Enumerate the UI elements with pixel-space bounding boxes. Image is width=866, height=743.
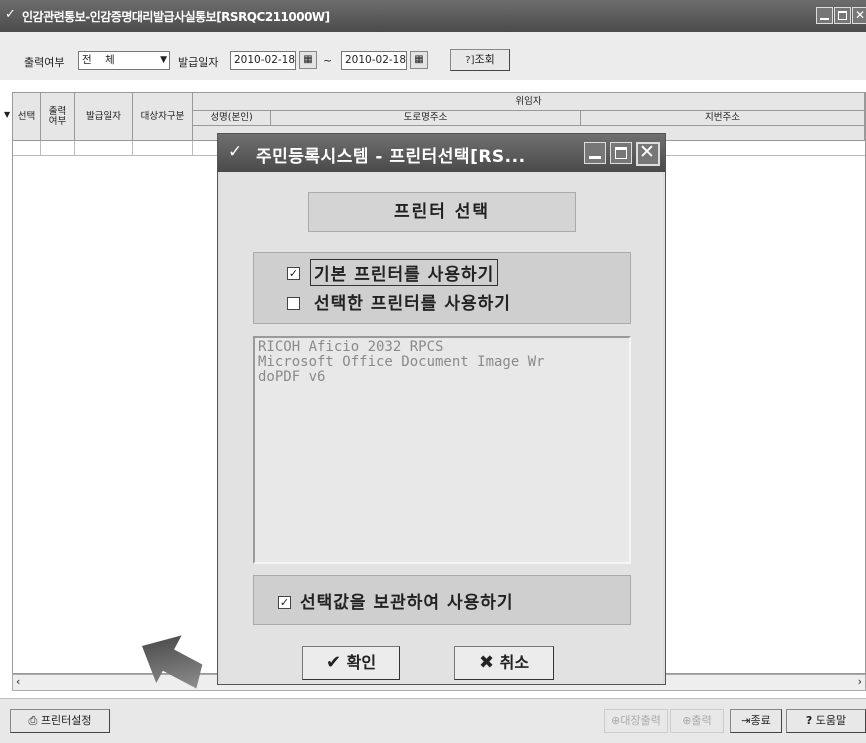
exit-button[interactable]: ⇥종료 — [730, 709, 782, 733]
printer-list[interactable]: RICOH Aficio 2032 RPCS Microsoft Office … — [253, 336, 631, 564]
close-icon: ✕ — [639, 141, 655, 163]
keep-selection-group: ✓ 선택값을 보관하여 사용하기 — [253, 575, 631, 625]
printer-settings-button[interactable]: ⎙ 프린터설정 — [10, 709, 110, 733]
close-icon: ✕ — [855, 8, 866, 22]
row-cell[interactable] — [13, 141, 41, 155]
main-window-title: 인감관련통보-인감증명대리발급사실통보[RSRQC211000W] — [22, 10, 330, 24]
selected-printer-checkbox[interactable] — [287, 297, 300, 310]
col-print-status-label: 출력 여부 — [48, 105, 67, 127]
dialog-close-button[interactable]: ✕ — [636, 141, 660, 166]
dialog-body: 프린터 선택 ✓ 기본 프린터를 사용하기 선택한 프린터를 사용하기 RICO… — [220, 172, 663, 684]
col-print-status-header[interactable]: 출력 여부 — [41, 93, 75, 141]
ok-button[interactable]: ✔ 확인 — [302, 646, 400, 680]
col-delegate-header[interactable]: 위임자 — [193, 93, 865, 111]
col-target-type-label: 대상자구분 — [140, 110, 185, 122]
exit-label: 종료 — [750, 714, 771, 727]
col-lot-address-header[interactable]: 지번주소 — [581, 111, 865, 126]
row-cell[interactable] — [75, 141, 133, 155]
chevron-down-icon: ▼ — [160, 55, 167, 65]
printer-select-header-label: 프린터 선택 — [393, 202, 491, 222]
col-select-label: 선택 — [17, 110, 36, 122]
maximize-button[interactable] — [834, 7, 851, 24]
col-target-type-header[interactable]: 대상자구분 — [133, 93, 193, 141]
issue-date-label: 발급일자 — [178, 56, 219, 69]
row-indicator-icon: ▼ — [4, 110, 11, 119]
printer-options-group: ✓ 기본 프린터를 사용하기 선택한 프린터를 사용하기 — [253, 252, 631, 324]
search-button[interactable]: ?]조회 — [450, 49, 510, 71]
app-logo-icon: ✓ — [228, 142, 243, 162]
printer-icon: ⎙ — [28, 714, 38, 727]
col-lot-address-label: 지번주소 — [705, 112, 740, 124]
cancel-icon: ✖ — [478, 652, 495, 673]
calendar-from-button[interactable]: ▦ — [299, 51, 317, 69]
bottom-toolbar: ⎙ 프린터설정 ⊕대장출력 ⊕출력 ⇥종료 ? 도움말 — [0, 698, 866, 743]
col-issue-date-label: 발급일자 — [86, 110, 121, 122]
dialog-minimize-button[interactable] — [584, 142, 606, 164]
default-printer-checkbox[interactable]: ✓ — [287, 267, 300, 280]
ok-label: 확인 — [346, 653, 377, 672]
help-icon: ? — [805, 714, 813, 727]
calendar-to-button[interactable]: ▦ — [410, 51, 428, 69]
printer-select-dialog: ✓ 주민등록시스템 - 프린터선택[RS... ✕ 프린터 선택 ✓ 기본 프린… — [217, 133, 666, 685]
print-button[interactable]: ⊕출력 — [670, 709, 724, 733]
print-status-select[interactable]: 전 체 ▼ — [78, 51, 170, 70]
print-status-label: 출력여부 — [24, 56, 65, 69]
help-button[interactable]: ? 도움말 — [786, 709, 866, 733]
col-road-address-label: 도로명주소 — [403, 112, 448, 124]
pointer-arrow-icon — [141, 635, 203, 689]
col-select-header[interactable]: 선택 — [13, 93, 41, 141]
date-to-input[interactable]: 2010-02-18 — [341, 51, 407, 70]
print-label: 출력 — [691, 714, 712, 727]
ledger-print-button[interactable]: ⊕대장출력 — [604, 709, 668, 733]
dialog-maximize-button[interactable] — [610, 142, 632, 164]
close-button[interactable]: ✕ — [852, 7, 866, 24]
date-from-input[interactable]: 2010-02-18 — [230, 51, 296, 70]
scroll-right-icon[interactable]: › — [858, 675, 862, 688]
col-road-address-header[interactable]: 도로명주소 — [271, 111, 581, 126]
col-name-header[interactable]: 성명(본인) — [193, 111, 271, 126]
default-printer-label[interactable]: 기본 프린터를 사용하기 — [310, 259, 499, 286]
col-delegate-label: 위임자 — [515, 95, 542, 107]
check-icon: ✔ — [325, 652, 342, 673]
cancel-button[interactable]: ✖ 취소 — [454, 646, 554, 680]
app-logo-icon: ✓ — [5, 7, 16, 22]
selected-printer-label[interactable]: 선택한 프린터를 사용하기 — [314, 289, 511, 314]
row-cell[interactable] — [133, 141, 193, 155]
main-window-titlebar: ✓ 인감관련통보-인감증명대리발급사실통보[RSRQC211000W] ✕ — [0, 0, 866, 32]
row-cell[interactable] — [41, 141, 75, 155]
help-label: 도움말 — [815, 714, 847, 727]
dialog-titlebar: ✓ 주민등록시스템 - 프린터선택[RS... ✕ — [218, 134, 665, 172]
printer-select-header: 프린터 선택 — [308, 192, 576, 232]
cancel-label: 취소 — [499, 653, 530, 672]
filter-bar: 출력여부 전 체 ▼ 발급일자 2010-02-18 ▦ ~ 2010-02-1… — [0, 32, 866, 80]
keep-selection-checkbox[interactable]: ✓ — [278, 596, 291, 609]
scroll-left-icon[interactable]: ‹ — [16, 675, 20, 688]
minimize-button[interactable] — [816, 7, 833, 24]
dialog-title: 주민등록시스템 - 프린터선택[RS... — [256, 147, 526, 167]
print-status-value: 전 체 — [82, 54, 115, 66]
search-button-label: 조회 — [474, 53, 495, 66]
ledger-print-label: 대장출력 — [620, 714, 661, 727]
calendar-icon: ▦ — [414, 54, 424, 65]
keep-selection-label[interactable]: 선택값을 보관하여 사용하기 — [300, 588, 514, 613]
printer-settings-label: 프린터설정 — [40, 714, 92, 727]
list-item[interactable]: Microsoft Office Document Image Wr — [258, 355, 626, 370]
calendar-icon: ▦ — [303, 54, 313, 65]
date-separator: ~ — [323, 54, 333, 67]
list-item[interactable]: RICOH Aficio 2032 RPCS — [258, 340, 626, 355]
list-item[interactable]: doPDF v6 — [258, 370, 626, 385]
col-name-label: 성명(본인) — [210, 112, 253, 124]
col-issue-date-header[interactable]: 발급일자 — [75, 93, 133, 141]
print-icon: ⊕ — [611, 714, 621, 727]
